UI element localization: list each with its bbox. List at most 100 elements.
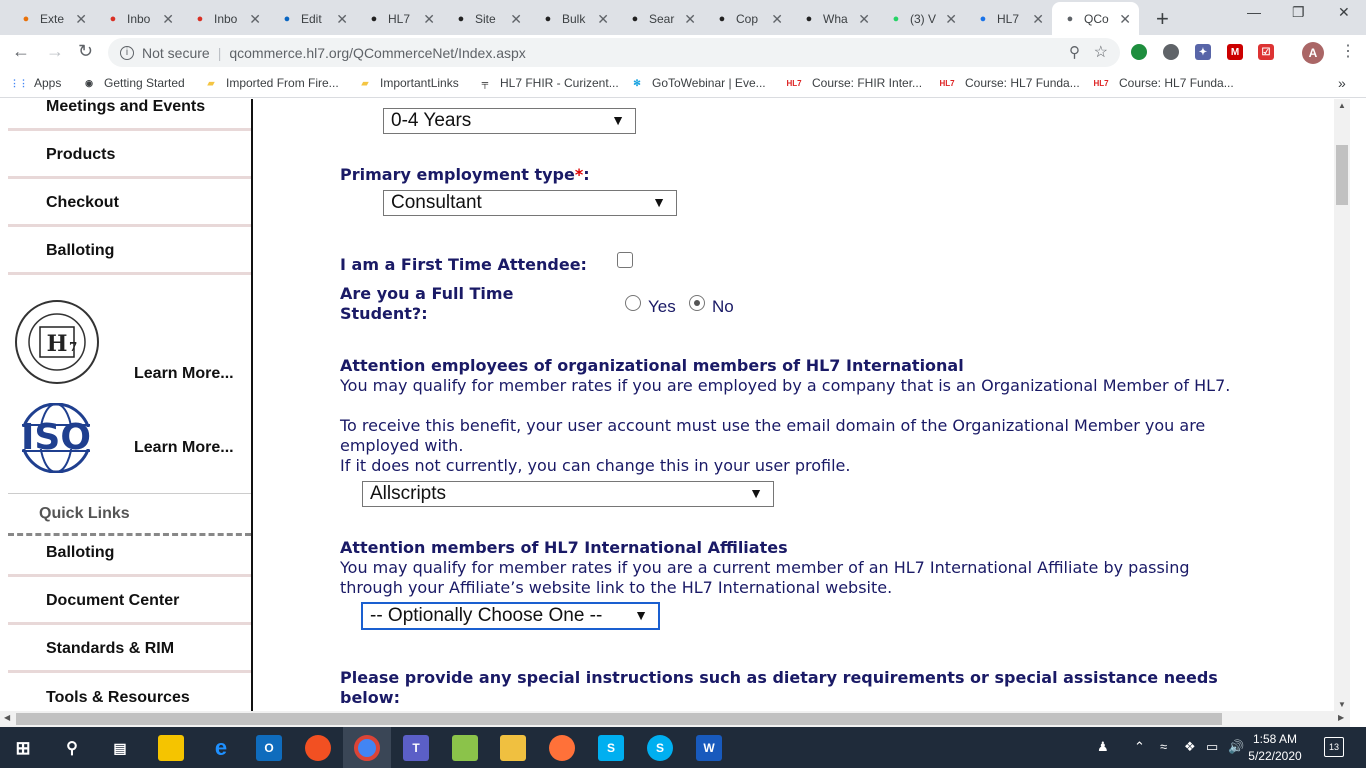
close-tab-icon[interactable]: ✕ [858, 11, 870, 28]
close-tab-icon[interactable]: ✕ [336, 11, 348, 28]
quick-link-tools-resources[interactable]: Tools & Resources [8, 675, 251, 711]
info-icon[interactable]: i [120, 45, 134, 60]
shield-extension-icon[interactable]: ☑ [1258, 44, 1274, 60]
close-tab-icon[interactable]: ✕ [771, 11, 783, 28]
close-tab-icon[interactable]: ✕ [1032, 11, 1044, 28]
windows-start-icon[interactable]: ⊞ [10, 735, 36, 761]
extension-puzzle-icon[interactable]: ✦ [1195, 44, 1211, 60]
new-tab-button[interactable]: + [1156, 6, 1169, 32]
scroll-down-arrow-icon[interactable]: ▼ [1338, 700, 1346, 709]
years-select[interactable]: 0-4 Years ▼ [383, 108, 636, 134]
bookmark-item[interactable]: HL7 Course: HL7 Funda... [937, 76, 1079, 90]
bookmark-star-icon[interactable]: ☆ [1094, 42, 1108, 62]
browser-tab[interactable]: ● Bulk ✕ [530, 2, 617, 35]
bookmark-item[interactable]: ⋮⋮ Apps [10, 76, 61, 90]
extension-green-icon[interactable] [1131, 44, 1147, 60]
edge-icon[interactable]: e [208, 735, 234, 761]
scroll-right-arrow-icon[interactable]: ▶ [1338, 713, 1344, 722]
sidebar-item-products[interactable]: Products [8, 133, 251, 179]
word-icon[interactable]: W [696, 735, 722, 761]
vertical-scrollbar-thumb[interactable] [1336, 145, 1348, 205]
sidebar-item-meetings[interactable]: Meetings and Events [8, 99, 251, 131]
quick-link-standards-rim[interactable]: Standards & RIM [8, 627, 251, 673]
hl7-ansi-logo[interactable]: H 7 [13, 299, 101, 385]
browser-tab[interactable]: ● HL7 ✕ [356, 2, 443, 35]
wifi-icon[interactable]: ≈ [1160, 739, 1167, 754]
bookmark-item[interactable]: ▰ ImportantLinks [358, 76, 459, 90]
close-tab-icon[interactable]: ✕ [75, 11, 87, 28]
horizontal-scrollbar-thumb[interactable] [16, 713, 1222, 725]
profile-avatar[interactable]: A [1302, 42, 1324, 64]
browser-tab[interactable]: ● Edit ✕ [269, 2, 356, 35]
extension-circle-icon[interactable] [1163, 44, 1179, 60]
student-yes-label[interactable]: Yes [648, 297, 676, 317]
chrome-icon[interactable] [354, 735, 380, 761]
teams-icon[interactable]: T [403, 735, 429, 761]
student-yes-radio[interactable] [625, 295, 641, 311]
browser-tab[interactable]: ● Cop ✕ [704, 2, 791, 35]
people-icon[interactable]: ♟ [1097, 739, 1109, 755]
quick-link-balloting[interactable]: Balloting [8, 531, 251, 577]
mcafee-icon[interactable]: M [1227, 44, 1243, 60]
skype-business-icon[interactable]: S [598, 735, 624, 761]
outlook-icon[interactable]: O [256, 735, 282, 761]
bookmark-item[interactable]: HL7 Course: HL7 Funda... [1091, 76, 1233, 90]
bookmark-item[interactable]: HL7 Course: FHIR Inter... [784, 76, 922, 90]
browser-tab[interactable]: ● Inbo ✕ [182, 2, 269, 35]
employment-type-select[interactable]: Consultant ▼ [383, 190, 677, 216]
task-view-icon[interactable]: ▤ [107, 735, 133, 761]
bookmark-item[interactable]: ✻ GoToWebinar | Eve... [630, 76, 765, 90]
minimize-button[interactable]: — [1247, 4, 1261, 20]
first-time-attendee-checkbox[interactable] [617, 252, 633, 268]
organizational-member-select[interactable]: Allscripts ▼ [362, 481, 774, 507]
close-tab-icon[interactable]: ✕ [423, 11, 435, 28]
dropbox-icon[interactable]: ❖ [1184, 739, 1196, 755]
learn-more-link-iso[interactable]: Learn More... [134, 439, 234, 457]
sidebar-item-balloting[interactable]: Balloting [8, 229, 251, 275]
affiliate-select[interactable]: -- Optionally Choose One -- ▼ [361, 602, 660, 630]
forward-button[interactable]: → [46, 41, 64, 62]
student-no-radio[interactable] [689, 295, 705, 311]
scroll-left-arrow-icon[interactable]: ◀ [4, 713, 10, 722]
close-tab-icon[interactable]: ✕ [162, 11, 174, 28]
search-icon[interactable]: ⚲ [59, 735, 85, 761]
maximize-button[interactable]: ❐ [1292, 4, 1305, 21]
browser-tab[interactable]: ● HL7 ✕ [965, 2, 1052, 35]
browser-tab[interactable]: ● QCo ✕ [1052, 2, 1139, 35]
address-bar[interactable]: i Not secure | qcommerce.hl7.org/QCommer… [108, 38, 1120, 67]
app-orange-icon[interactable] [305, 735, 331, 761]
browser-tab[interactable]: ● Sear ✕ [617, 2, 704, 35]
more-bookmarks-icon[interactable]: » [1338, 75, 1346, 91]
zoom-icon[interactable]: ⚲ [1069, 43, 1080, 61]
close-tab-icon[interactable]: ✕ [1119, 11, 1131, 28]
browser-tab[interactable]: ● Inbo ✕ [95, 2, 182, 35]
volume-icon[interactable]: 🔊 [1228, 739, 1244, 755]
close-window-button[interactable]: ✕ [1338, 4, 1350, 21]
browser-tab[interactable]: ● Exte ✕ [8, 2, 95, 35]
scroll-up-arrow-icon[interactable]: ▲ [1338, 101, 1346, 110]
close-tab-icon[interactable]: ✕ [597, 11, 609, 28]
bookmark-item[interactable]: ╤ HL7 FHIR - Curizent... [478, 76, 619, 90]
chart-app-icon[interactable] [452, 735, 478, 761]
sticky-notes-icon[interactable] [158, 735, 184, 761]
firefox-icon[interactable] [549, 735, 575, 761]
close-tab-icon[interactable]: ✕ [510, 11, 522, 28]
system-clock[interactable]: 1:58 AM 5/22/2020 [1245, 731, 1305, 765]
reload-button[interactable]: ↻ [78, 41, 93, 62]
skype-icon[interactable]: S [647, 735, 673, 761]
battery-icon[interactable]: ▭ [1206, 739, 1218, 755]
bookmark-item[interactable]: ◉ Getting Started [82, 76, 185, 90]
notification-center-icon[interactable]: 13 [1324, 737, 1344, 757]
bookmark-item[interactable]: ▰ Imported From Fire... [204, 76, 339, 90]
browser-tab[interactable]: ● Site ✕ [443, 2, 530, 35]
quick-link-document-center[interactable]: Document Center [8, 579, 251, 625]
menu-kebab-icon[interactable]: ⋮ [1340, 41, 1356, 61]
tray-chevron-icon[interactable]: ⌃ [1134, 739, 1145, 755]
sidebar-item-checkout[interactable]: Checkout [8, 181, 251, 227]
browser-tab[interactable]: ● (3) V ✕ [878, 2, 965, 35]
file-explorer-icon[interactable] [500, 735, 526, 761]
close-tab-icon[interactable]: ✕ [684, 11, 696, 28]
learn-more-link-hl7[interactable]: Learn More... [134, 365, 234, 383]
close-tab-icon[interactable]: ✕ [249, 11, 261, 28]
student-no-label[interactable]: No [712, 297, 734, 317]
